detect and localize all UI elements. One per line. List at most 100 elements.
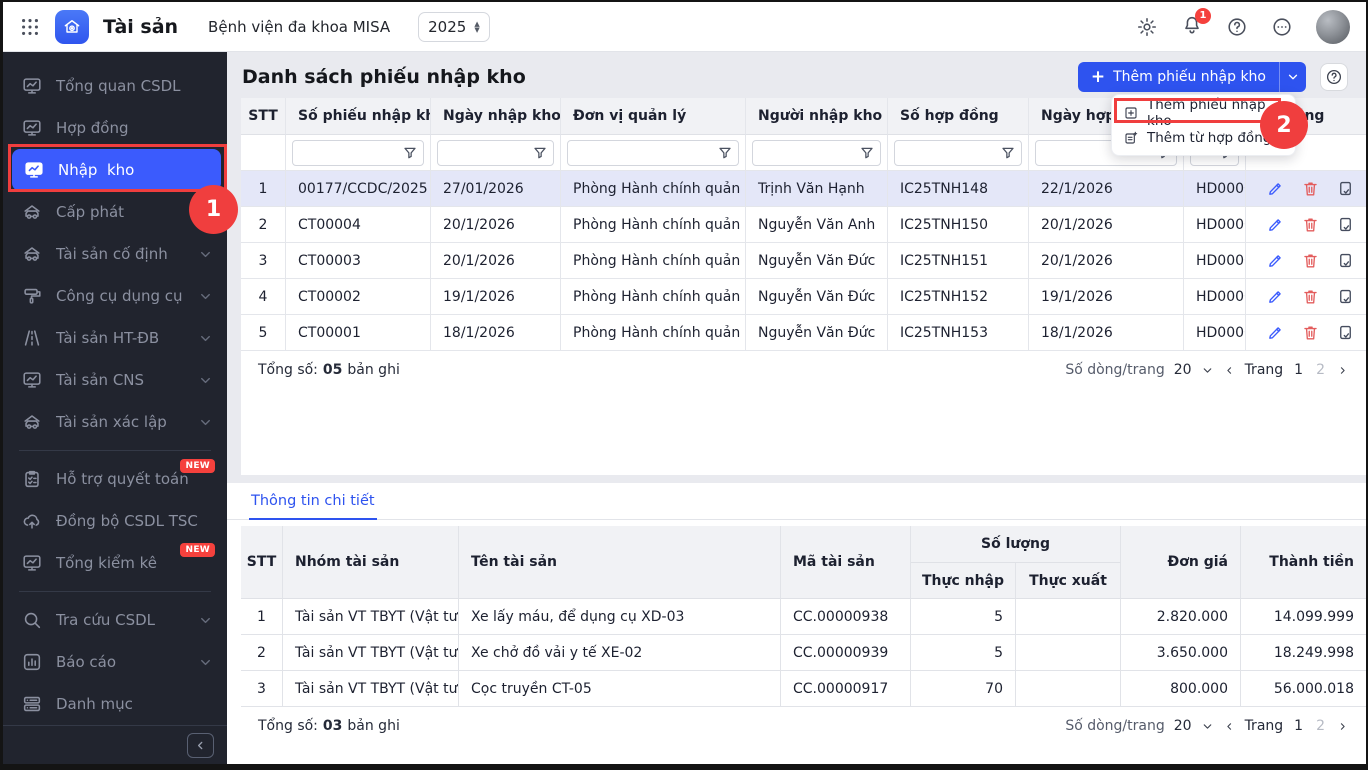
pagination-next-icon[interactable] — [1336, 364, 1349, 377]
page-number-2[interactable]: 2 — [1314, 362, 1327, 378]
filter-input[interactable] — [894, 140, 1022, 166]
cell-so-phieu[interactable]: CT00002 — [286, 279, 431, 315]
document-check-icon[interactable] — [1336, 251, 1355, 270]
document-check-icon[interactable] — [1336, 323, 1355, 342]
total-value: 05 — [323, 362, 342, 378]
year-selector[interactable]: 2025 ▲▼ — [418, 12, 490, 42]
edit-icon[interactable] — [1266, 323, 1285, 342]
sidebar-item-label: Tài sản HT-ĐB — [56, 329, 198, 347]
filter-funnel-icon[interactable] — [717, 145, 733, 161]
rows-per-page-value[interactable]: 20 — [1174, 718, 1192, 734]
year-stepper-icon[interactable]: ▲▼ — [474, 21, 479, 33]
page-help-button[interactable] — [1320, 63, 1348, 91]
sidebar-item[interactable]: Hợp đồng — [3, 107, 227, 149]
org-name[interactable]: Bệnh viện đa khoa MISA — [208, 18, 390, 36]
sidebar-item[interactable]: Tra cứu CSDL — [3, 599, 227, 641]
sidebar-item[interactable]: Đồng bộ CSDL TSC — [3, 500, 227, 542]
cell-so-phieu[interactable]: CT00001 — [286, 315, 431, 351]
chevron-down-icon[interactable] — [1201, 364, 1214, 377]
edit-icon[interactable] — [1266, 251, 1285, 270]
delete-icon[interactable] — [1301, 251, 1320, 270]
cell-actions — [1246, 279, 1366, 315]
sidebar-item-label: Tài sản xác lập — [56, 413, 198, 431]
sidebar-item[interactable]: Tài sản cố định — [3, 233, 227, 275]
cell-so-phieu[interactable]: CT00004 — [286, 207, 431, 243]
delete-icon[interactable] — [1301, 179, 1320, 198]
dropdown-item[interactable]: Thêm phiếu nhập kho — [1112, 100, 1295, 125]
sidebar-item[interactable]: Nhập kho — [12, 149, 221, 191]
col-thuc-xuat: Thực xuất — [1016, 563, 1121, 599]
notification-badge: 1 — [1195, 8, 1211, 24]
sidebar-collapse-button[interactable] — [187, 733, 214, 758]
edit-icon[interactable] — [1266, 215, 1285, 234]
report-chart-icon — [21, 651, 43, 673]
add-receipt-dropdown-toggle[interactable] — [1279, 62, 1306, 92]
sidebar-item[interactable]: Tổng quan CSDL — [3, 65, 227, 107]
page-label: Trang — [1245, 718, 1284, 734]
asset-car-icon — [21, 411, 43, 433]
filter-funnel-icon[interactable] — [532, 145, 548, 161]
main-content: Danh sách phiếu nhập kho + Thêm phiếu nh… — [227, 52, 1366, 764]
sidebar-item[interactable]: Công cụ dụng cụ — [3, 275, 227, 317]
sidebar-item[interactable]: Hỗ trợ quyết toánNEW — [3, 458, 227, 500]
dropdown-item[interactable]: Thêm từ hợp đồng — [1112, 125, 1295, 150]
document-check-icon[interactable] — [1336, 215, 1355, 234]
document-check-icon[interactable] — [1336, 287, 1355, 306]
cell-so-phieu[interactable]: 00177/CCDC/2025 — [286, 171, 431, 207]
cell-so-phieu[interactable]: CT00003 — [286, 243, 431, 279]
sidebar-item[interactable]: Danh mục — [3, 683, 227, 725]
cell-thuc-xuat — [1016, 671, 1121, 707]
clipboard-check-icon — [21, 468, 43, 490]
total-suffix: bản ghi — [347, 362, 399, 378]
chevron-down-icon — [1286, 70, 1300, 84]
filter-input[interactable] — [292, 140, 424, 166]
chevron-down-icon — [198, 613, 213, 628]
filter-input[interactable] — [567, 140, 739, 166]
settings-gear-icon[interactable] — [1136, 16, 1158, 38]
page-number-1[interactable]: 1 — [1292, 718, 1305, 734]
app-logo[interactable] — [55, 10, 89, 44]
document-check-icon[interactable] — [1336, 179, 1355, 198]
rows-per-page-value[interactable]: 20 — [1174, 362, 1192, 378]
sidebar-item[interactable]: Tài sản xác lập — [3, 401, 227, 443]
sidebar-item[interactable]: Cấp phát — [3, 191, 227, 233]
cell-so-hoa-don: HD000000 — [1184, 207, 1246, 243]
edit-icon[interactable] — [1266, 179, 1285, 198]
top-bar: Tài sản Bệnh viện đa khoa MISA 2025 ▲▼ 1 — [3, 2, 1366, 52]
cell-stt: 4 — [241, 279, 286, 315]
page-number-1[interactable]: 1 — [1292, 362, 1305, 378]
filter-input[interactable] — [752, 140, 881, 166]
add-receipt-button[interactable]: + Thêm phiếu nhập kho — [1078, 62, 1279, 92]
app-grid-icon[interactable] — [19, 16, 41, 38]
filter-funnel-icon[interactable] — [402, 145, 418, 161]
pagination-prev-icon[interactable] — [1223, 364, 1236, 377]
cell-ten-tai-san: Xe chở đồ vải y tế XE-02 — [459, 635, 781, 671]
cell-stt: 5 — [241, 315, 286, 351]
sidebar-item[interactable]: Tổng kiểm kêNEW — [3, 542, 227, 584]
more-options-icon[interactable] — [1271, 16, 1293, 38]
cell-ten-tai-san: Cọc truyền CT-05 — [459, 671, 781, 707]
filter-input[interactable] — [437, 140, 554, 166]
delete-icon[interactable] — [1301, 323, 1320, 342]
cell-thuc-nhap: 70 — [911, 671, 1016, 707]
filter-funnel-icon[interactable] — [859, 145, 875, 161]
delete-icon[interactable] — [1301, 215, 1320, 234]
help-circle-icon[interactable] — [1226, 16, 1248, 38]
rows-per-page-label: Số dòng/trang — [1065, 362, 1164, 378]
notifications-bell[interactable]: 1 — [1181, 14, 1203, 40]
tab-detail-info[interactable]: Thông tin chi tiết — [249, 483, 377, 520]
filter-funnel-icon[interactable] — [1000, 145, 1016, 161]
delete-icon[interactable] — [1301, 287, 1320, 306]
col-ma-tai-san: Mã tài sản — [781, 526, 911, 599]
chevron-down-icon[interactable] — [1201, 720, 1214, 733]
sidebar-item[interactable]: Tài sản CNS — [3, 359, 227, 401]
user-avatar[interactable] — [1316, 10, 1350, 44]
column-header: Số hợp đồng — [888, 98, 1029, 135]
monitor-chart-icon — [21, 552, 43, 574]
page-number-2[interactable]: 2 — [1314, 718, 1327, 734]
pagination-next-icon[interactable] — [1336, 720, 1349, 733]
sidebar-item[interactable]: Báo cáo — [3, 641, 227, 683]
sidebar-item[interactable]: Tài sản HT-ĐB — [3, 317, 227, 359]
pagination-prev-icon[interactable] — [1223, 720, 1236, 733]
edit-icon[interactable] — [1266, 287, 1285, 306]
